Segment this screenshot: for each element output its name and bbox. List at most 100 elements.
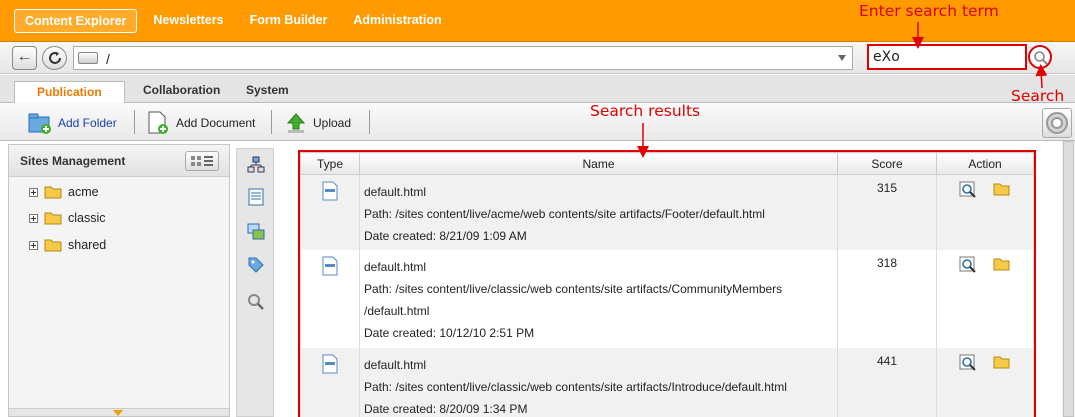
action-cell — [936, 249, 1034, 348]
result-path: Path: /sites content/live/classic/web co… — [364, 379, 787, 394]
nav-administration[interactable]: Administration — [343, 9, 451, 33]
collapse-arrow-icon[interactable] — [113, 410, 123, 416]
upload-label: Upload — [313, 116, 352, 130]
expand-icon[interactable] — [29, 240, 38, 250]
toolbar-divider — [271, 110, 272, 134]
add-document-button[interactable]: Add Document — [146, 109, 255, 137]
annotation-search-results: Search results — [590, 102, 701, 120]
html-file-icon — [322, 181, 338, 201]
path-value: / — [106, 51, 110, 67]
result-date: Date created: 8/21/09 1:09 AM — [364, 229, 527, 243]
tab-collaboration[interactable]: Collaboration — [143, 81, 220, 99]
back-button[interactable]: ← — [12, 46, 37, 70]
add-document-icon — [148, 111, 168, 134]
results-scrollbar[interactable] — [1062, 141, 1075, 417]
expand-icon[interactable] — [29, 213, 38, 223]
table-row[interactable]: default.html Path: /sites content/live/c… — [300, 249, 1034, 348]
panel-resize-handle[interactable] — [9, 408, 229, 416]
view-icon[interactable] — [959, 256, 977, 274]
search-results: Type Name Score Action default.html Path… — [298, 150, 1036, 417]
result-name[interactable]: default.html — [364, 354, 837, 376]
nav-form-builder[interactable]: Form Builder — [240, 9, 338, 33]
view-icon[interactable] — [959, 181, 977, 199]
path-dropdown-icon[interactable] — [838, 55, 846, 61]
add-folder-icon — [28, 113, 51, 134]
result-path-continued: /default.html — [364, 303, 430, 318]
score-cell: 318 — [837, 249, 937, 348]
action-cell — [936, 347, 1034, 417]
html-file-icon — [322, 354, 338, 373]
add-folder-label: Add Folder — [58, 116, 117, 130]
type-cell — [300, 347, 360, 417]
path-input[interactable]: / — [73, 46, 853, 70]
action-toolbar: Add Folder Add Document Upload — [0, 103, 1075, 141]
result-name[interactable]: default.html — [364, 256, 837, 278]
top-nav: Content Explorer Newsletters Form Builde… — [14, 9, 458, 33]
tree-item-shared[interactable]: shared — [29, 238, 106, 252]
expand-icon[interactable] — [29, 187, 38, 197]
folder-icon — [44, 239, 62, 252]
name-cell: default.html Path: /sites content/live/c… — [359, 249, 838, 348]
result-date: Date created: 8/20/09 1:34 PM — [364, 401, 528, 416]
settings-button[interactable] — [1042, 108, 1072, 138]
tree-item-label: shared — [68, 238, 107, 252]
address-bar: ← / eXo — [0, 42, 1075, 74]
html-file-icon — [322, 256, 338, 275]
tree-item-label: classic — [68, 211, 106, 225]
side-tool-strip — [236, 148, 274, 417]
name-cell: default.html Path: /sites content/live/a… — [359, 174, 838, 250]
result-path: Path: /sites content/live/classic/web co… — [364, 281, 783, 296]
folder-icon — [44, 186, 62, 199]
relations-icon[interactable] — [247, 156, 265, 174]
view-icon[interactable] — [959, 354, 977, 372]
column-header-name[interactable]: Name — [359, 152, 838, 175]
nav-newsletters[interactable]: Newsletters — [143, 9, 233, 33]
search-input[interactable]: eXo — [867, 44, 1027, 70]
score-cell: 315 — [837, 174, 937, 250]
view-list-icon — [191, 156, 213, 166]
tab-row: Publication Collaboration System — [0, 75, 1075, 103]
annotation-search: Search — [1011, 87, 1065, 105]
search-icon — [1034, 51, 1048, 65]
add-document-label: Add Document — [176, 116, 256, 130]
tree-item-classic[interactable]: classic — [29, 211, 106, 225]
column-header-score[interactable]: Score — [837, 152, 937, 175]
open-folder-icon[interactable] — [993, 256, 1011, 272]
tag-icon[interactable] — [247, 256, 265, 274]
toolbar-divider — [369, 110, 370, 134]
windows-icon[interactable] — [247, 222, 265, 240]
view-toggle-button[interactable] — [185, 151, 219, 171]
upload-button[interactable]: Upload — [285, 109, 351, 137]
search-button[interactable] — [1028, 45, 1052, 69]
type-cell — [300, 174, 360, 250]
open-folder-icon[interactable] — [993, 181, 1011, 197]
tab-publication[interactable]: Publication — [14, 81, 125, 103]
add-folder-button[interactable]: Add Folder — [28, 109, 117, 137]
drive-icon — [78, 52, 98, 64]
action-cell — [936, 174, 1034, 250]
document-list-icon[interactable] — [247, 188, 265, 206]
table-row[interactable]: default.html Path: /sites content/live/a… — [300, 174, 1034, 250]
tab-system[interactable]: System — [246, 81, 289, 99]
open-folder-icon[interactable] — [993, 354, 1011, 370]
search-icon[interactable] — [247, 293, 265, 311]
refresh-button[interactable] — [42, 46, 67, 70]
result-name[interactable]: default.html — [364, 181, 837, 203]
column-header-type[interactable]: Type — [300, 152, 360, 175]
result-path: Path: /sites content/live/acme/web conte… — [364, 207, 765, 221]
upload-icon — [286, 113, 306, 133]
gear-icon — [1046, 112, 1068, 134]
refresh-icon — [48, 52, 61, 64]
nav-content-explorer[interactable]: Content Explorer — [14, 9, 138, 33]
toolbar-divider — [134, 110, 135, 134]
panel-title: Sites Management — [20, 154, 126, 168]
tree-item-acme[interactable]: acme — [29, 185, 99, 199]
annotation-enter-search-term: Enter search term — [859, 2, 999, 20]
type-cell — [300, 249, 360, 348]
table-row[interactable]: default.html Path: /sites content/live/c… — [300, 347, 1034, 417]
scrollbar-thumb[interactable] — [1063, 141, 1074, 417]
name-cell: default.html Path: /sites content/live/c… — [359, 347, 838, 417]
results-table: Type Name Score Action default.html Path… — [300, 152, 1034, 417]
column-header-action[interactable]: Action — [936, 152, 1034, 175]
back-arrow-icon: ← — [16, 48, 33, 65]
